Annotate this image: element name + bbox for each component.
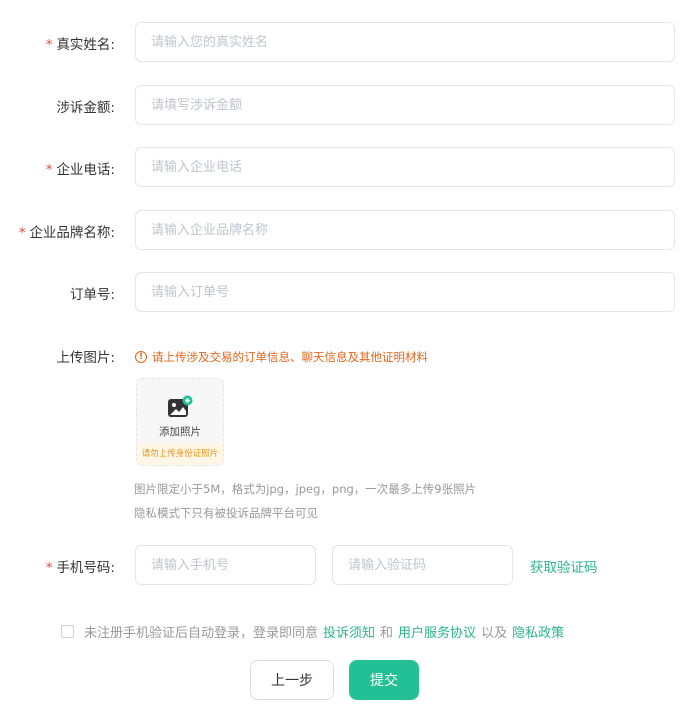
- privacy-policy-link[interactable]: 隐私政策: [512, 622, 564, 641]
- agreement-row: 未注册手机验证后自动登录，登录即同意 投诉须知 和 用户服务协议 以及 隐私政策: [61, 622, 569, 641]
- field-label-text: 上传图片:: [56, 350, 115, 366]
- complaint-notice-link[interactable]: 投诉须知: [323, 622, 375, 641]
- upload-warning-text: 请上传涉及交易的订单信息、聊天信息及其他证明材料: [152, 350, 428, 364]
- field-label-real-name: * 真实姓名:: [46, 33, 115, 53]
- amount-input[interactable]: [135, 85, 675, 125]
- add-photo-label: 添加照片: [159, 426, 201, 438]
- upload-warning: ! 请上传涉及交易的订单信息、聊天信息及其他证明材料: [135, 349, 428, 365]
- upload-hint-privacy: 隐私模式下只有被投诉品牌平台可见: [134, 506, 318, 520]
- agreement-also: 以及: [481, 626, 508, 641]
- brand-name-input[interactable]: [135, 210, 675, 250]
- submit-button[interactable]: 提交: [349, 660, 419, 700]
- field-label-text: 手机号码:: [56, 560, 115, 576]
- field-label-phone: * 手机号码:: [46, 556, 115, 576]
- field-label-brand-name: * 企业品牌名称:: [19, 221, 115, 241]
- upload-hint-limit: 图片限定小于5M，格式为jpg，jpeg，png，一次最多上传9张照片: [134, 482, 477, 496]
- phone-input[interactable]: [135, 545, 316, 585]
- required-mark: *: [18, 225, 26, 241]
- company-phone-input[interactable]: [135, 147, 675, 187]
- add-photo-button[interactable]: 添加照片 请勿上传身份证照片: [136, 378, 224, 466]
- order-number-input[interactable]: [135, 272, 675, 312]
- required-mark: *: [45, 560, 53, 576]
- field-label-text: 真实姓名:: [56, 37, 115, 53]
- required-mark: *: [45, 37, 53, 53]
- upload-id-tip: 请勿上传身份证照片: [137, 443, 223, 465]
- field-label-text: 涉诉金额:: [56, 100, 115, 116]
- get-code-link[interactable]: 获取验证码: [530, 556, 598, 576]
- agreement-text: 未注册手机验证后自动登录，登录即同意: [84, 626, 319, 641]
- agreement-and: 和: [380, 626, 394, 641]
- required-mark: *: [45, 162, 53, 178]
- field-label-amount: 涉诉金额:: [56, 96, 115, 116]
- agreement-checkbox[interactable]: [61, 625, 74, 638]
- real-name-input[interactable]: [135, 22, 675, 62]
- field-label-upload: 上传图片:: [56, 346, 115, 366]
- user-agreement-link[interactable]: 用户服务协议: [398, 622, 476, 641]
- image-add-icon: [168, 395, 193, 417]
- field-label-order-number: 订单号:: [70, 283, 115, 303]
- warning-icon: !: [135, 351, 147, 363]
- field-label-text: 企业电话:: [56, 162, 115, 178]
- verification-code-input[interactable]: [332, 545, 513, 585]
- field-label-text: 企业品牌名称:: [29, 225, 115, 241]
- field-label-company-phone: * 企业电话:: [46, 158, 115, 178]
- prev-step-button[interactable]: 上一步: [250, 660, 334, 700]
- field-label-text: 订单号:: [69, 287, 115, 303]
